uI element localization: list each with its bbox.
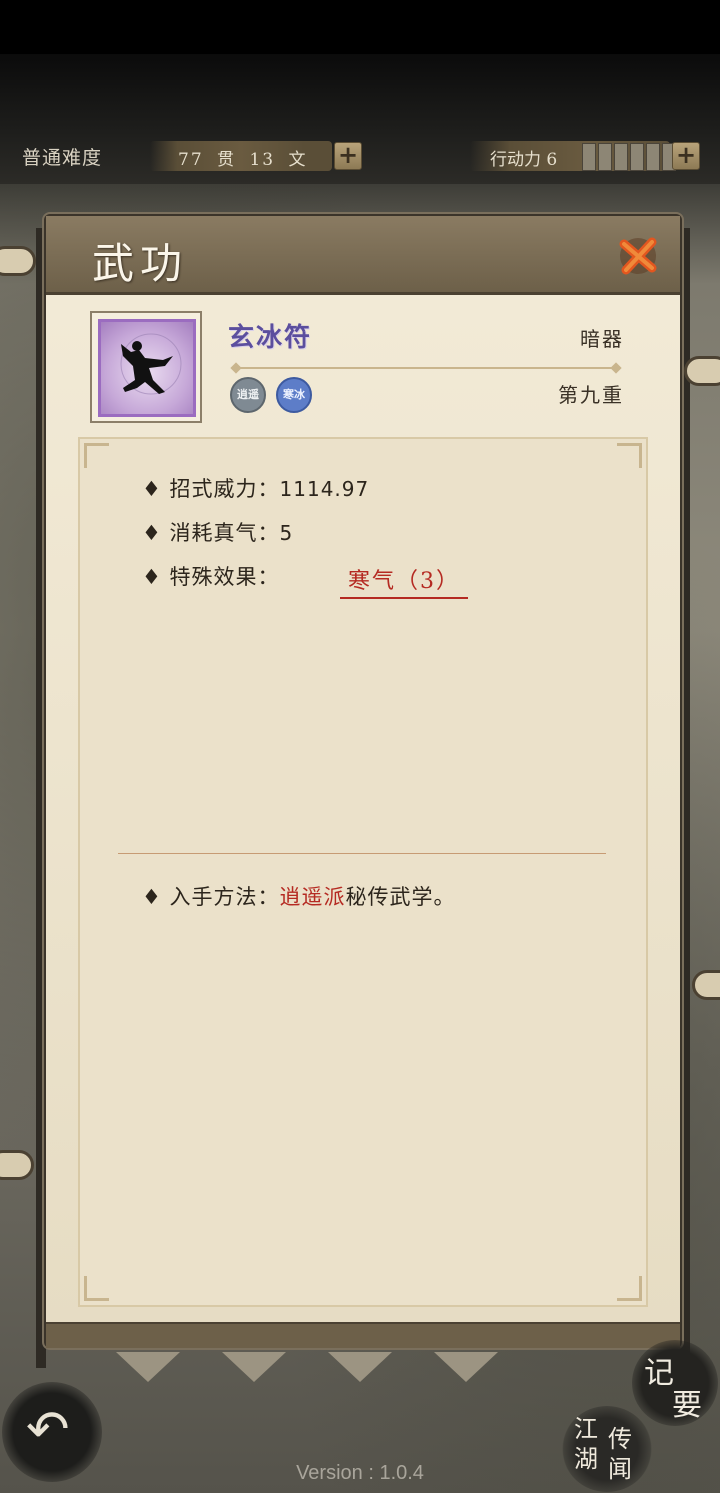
memo-label-2: 要 [672,1388,702,1423]
skill-type: 暗器 [580,327,624,351]
element-badge: 寒冰 [276,377,312,413]
action-pip [646,143,660,171]
section-divider [118,853,606,854]
action-points-label: 行动力 6 [490,150,558,170]
scroll-notch [116,1352,180,1382]
frame-corner [617,1276,642,1301]
skill-details-box: ♦ 招式威力：1114.97 ♦ 消耗真气：5 ♦ 特殊效果： 寒气（3） ♦ … [78,437,648,1307]
stat-special-effect: ♦ 特殊效果： [142,561,280,591]
divider-diamond [230,362,242,374]
skill-icon-frame [90,311,202,423]
back-arrow-icon: ↶ [26,1400,70,1460]
panel-header: 武功 [46,216,680,295]
close-button[interactable] [616,234,660,278]
sect-badge: 逍遥 [230,377,266,413]
money-value: 77 贯 13 文 [178,150,308,170]
stat-qi-cost: ♦ 消耗真气：5 [142,517,293,547]
difficulty-label: 普通难度 [22,147,103,169]
obtain-label: ♦ 入手方法： [142,885,280,909]
scroll-notch [328,1352,392,1382]
sect-badge-text: 逍遥 [237,388,259,401]
stat-label: ♦ 招式威力： [142,477,280,501]
scroll-notch [222,1352,286,1382]
stat-value: 5 [279,521,294,545]
divider-diamond [610,362,622,374]
stat-label: ♦ 消耗真气： [142,521,280,545]
cloud-ornament [0,246,36,276]
panel-body: 玄冰符 暗器 逍遥 寒冰 第九重 ♦ 招式威力：1114.97 ♦ 消耗真气：5… [46,295,680,1346]
memo-label-1: 记 [644,1356,674,1391]
sect-link[interactable]: 逍遥派 [280,885,346,909]
memo-button[interactable]: 记 要 [632,1340,718,1426]
frame-corner [617,443,642,468]
effect-link[interactable]: 寒气（3） [340,563,468,599]
frame-corner [84,1276,109,1301]
action-pip [598,143,612,171]
martial-artist-icon [120,333,182,395]
stat-label: ♦ 特殊效果： [142,565,280,589]
add-action-button[interactable]: + [672,142,700,170]
header-divider [236,367,618,369]
version-label: Version : 1.0.4 [296,1462,424,1484]
action-pip [582,143,596,171]
cloud-ornament [684,356,720,386]
frame-corner [84,443,109,468]
stat-value: 1114.97 [279,477,370,501]
action-points-pips [582,143,676,171]
skill-level: 第九重 [558,383,624,407]
skill-icon [98,319,196,417]
martial-arts-panel: 武功 玄冰符 暗器 逍遥 寒冰 第九重 ♦ 招式威力：1114.97 ♦ 消耗真… [44,214,682,1348]
element-badge-text: 寒冰 [283,388,305,401]
add-money-button[interactable]: + [334,142,362,170]
obtain-text: 秘传武学。 [345,885,456,909]
action-pip [614,143,628,171]
cloud-ornament [692,970,720,1000]
cloud-ornament [0,1150,34,1180]
skill-name: 玄冰符 [228,323,313,353]
panel-footer [46,1322,680,1348]
panel-title: 武功 [92,239,189,288]
stat-power: ♦ 招式威力：1114.97 [142,473,369,503]
scroll-notch [434,1352,498,1382]
close-icon [619,237,657,275]
action-pip [630,143,644,171]
obtain-method: ♦ 入手方法：逍遥派秘传武学。 [142,881,456,911]
